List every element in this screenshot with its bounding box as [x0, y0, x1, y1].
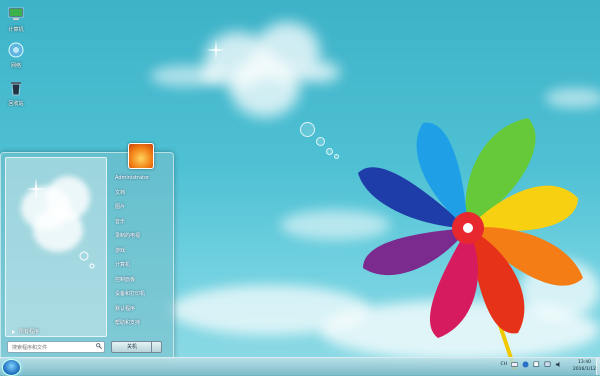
language-indicator[interactable]: CH	[500, 361, 507, 368]
show-desktop-button[interactable]	[596, 358, 600, 375]
clock-time: 13:40	[577, 360, 591, 365]
system-tray: CH	[500, 361, 562, 368]
right-arrow-icon	[12, 329, 15, 334]
network-icon	[8, 42, 24, 58]
computer-icon	[8, 7, 24, 20]
heart-cloud-preview	[21, 176, 95, 269]
start-item-games[interactable]: 游戏	[109, 244, 171, 259]
shutdown-label: 关机	[126, 344, 137, 350]
search-icon	[96, 343, 102, 349]
desktop-icon-network[interactable]: 网络	[2, 42, 30, 69]
desktop-icon-label: 回收站	[8, 101, 24, 107]
pinwheel-image	[358, 118, 583, 370]
all-programs-label: 所有程序	[19, 329, 40, 335]
search-placeholder: 搜索程序和文件	[12, 344, 48, 351]
bubble	[334, 154, 339, 159]
start-item-recorded-tv[interactable]: 录制的电视	[109, 229, 171, 244]
start-item-default-programs[interactable]: 默认程序	[109, 302, 171, 317]
heart-cloud	[200, 22, 340, 122]
shutdown-options-button[interactable]	[151, 341, 162, 353]
start-item-pictures[interactable]: 图片	[109, 200, 171, 215]
bubble	[316, 137, 325, 146]
keyboard-icon[interactable]	[511, 361, 518, 368]
sparkle-icon	[206, 40, 226, 60]
bubble	[326, 148, 333, 155]
search-input[interactable]: 搜索程序和文件	[7, 341, 105, 353]
start-item-control-panel[interactable]: 控制面板	[109, 273, 171, 288]
start-item-documents[interactable]: 文档	[109, 186, 171, 201]
help-icon[interactable]	[522, 361, 529, 368]
shutdown-button[interactable]: 关机	[111, 341, 162, 353]
start-item-administrator[interactable]: Administrator	[109, 171, 171, 186]
flag-icon[interactable]	[533, 361, 540, 368]
recycle-bin-icon	[11, 82, 21, 96]
bubble	[300, 122, 315, 137]
desktop-icon-recycle-bin[interactable]: 回收站	[2, 80, 30, 107]
start-button[interactable]	[2, 359, 21, 376]
programs-pane: 所有程序	[5, 157, 107, 337]
user-avatar[interactable]	[128, 143, 154, 169]
start-item-help-support[interactable]: 帮助和支持	[109, 316, 171, 331]
network-status-icon[interactable]	[544, 361, 551, 368]
start-item-devices-printers[interactable]: 设备和打印机	[109, 287, 171, 302]
all-programs-button[interactable]: 所有程序	[12, 328, 39, 335]
clock[interactable]: 13:40 2016/1/12	[573, 359, 596, 373]
desktop-icon-computer[interactable]: 计算机	[2, 6, 30, 33]
start-menu-links: Administrator 文档 图片 音乐 录制的电视 游戏 计算机 控制面板…	[109, 171, 171, 331]
start-menu: 所有程序 搜索程序和文件 Administrator 文档 图片 音乐 录制的电…	[0, 143, 174, 359]
clock-date: 2016/1/12	[572, 367, 596, 372]
desktop-icon-label: 网络	[10, 63, 21, 69]
volume-icon[interactable]	[555, 361, 562, 368]
start-item-music[interactable]: 音乐	[109, 215, 171, 230]
desktop-icon-label: 计算机	[8, 27, 24, 33]
start-item-computer[interactable]: 计算机	[109, 258, 171, 273]
